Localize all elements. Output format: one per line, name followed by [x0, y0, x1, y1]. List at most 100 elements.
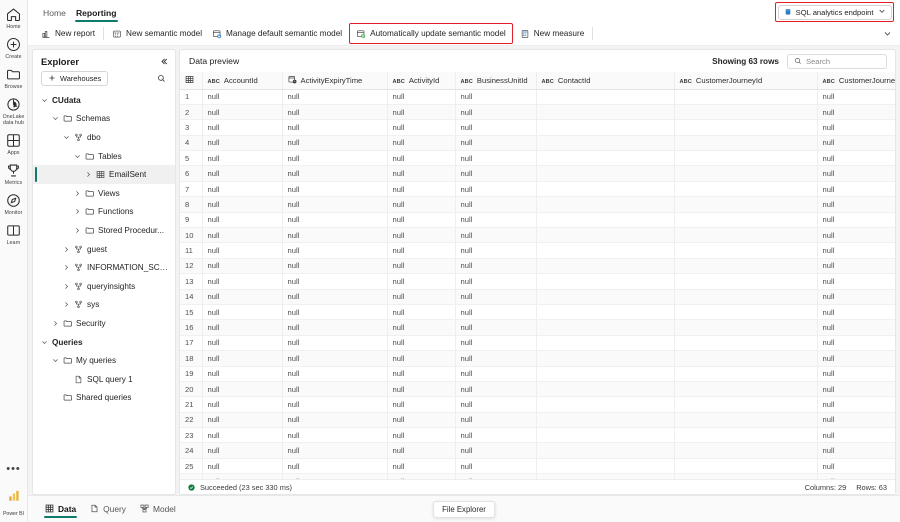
chevron-right-icon[interactable]	[50, 320, 61, 327]
manage-default-semantic-model-button[interactable]: Manage default semantic model	[207, 25, 347, 43]
tree-node-guest[interactable]: guest	[33, 240, 175, 259]
bottom-tab-query[interactable]: Query	[83, 496, 133, 522]
tree-node-emailsent[interactable]: EmailSent	[33, 165, 175, 184]
chevron-down-icon[interactable]	[39, 97, 50, 104]
bottom-tab-data[interactable]: Data	[38, 496, 83, 522]
column-header-contactid[interactable]: ABC ContactId	[536, 72, 675, 90]
table-row[interactable]: 12 null null null null null	[180, 258, 895, 275]
new-report-button[interactable]: New report	[36, 25, 100, 43]
tree-node-stored-procedur[interactable]: Stored Procedur...	[33, 221, 175, 240]
table-row[interactable]: 13 null null null null null	[180, 273, 895, 290]
tree-node-cudata[interactable]: CUdata	[33, 91, 175, 110]
tab-home[interactable]: Home	[38, 8, 71, 22]
rail-item-browse[interactable]: Browse	[0, 66, 28, 90]
chevron-right-icon[interactable]	[61, 264, 72, 271]
rail-label-learn: Learn	[6, 240, 21, 246]
new-measure-button[interactable]: New measure	[515, 25, 590, 43]
table-row[interactable]: 20 null null null null null	[180, 381, 895, 398]
rail-item-monitor[interactable]: Monitor	[0, 192, 28, 216]
table-row[interactable]: 14 null null null null null	[180, 289, 895, 305]
rail-item-apps[interactable]: Apps	[0, 132, 28, 156]
automatically-update-semantic-model-button[interactable]: Automatically update semantic model	[351, 25, 511, 43]
table-row[interactable]: 24 null null null null null	[180, 442, 895, 459]
search-input[interactable]	[806, 56, 880, 66]
chevron-down-icon[interactable]	[72, 153, 83, 160]
chevron-down-icon[interactable]	[39, 339, 50, 346]
table-row[interactable]: 7 null null null null null	[180, 181, 895, 198]
table-row[interactable]: 22 null null null null null	[180, 412, 895, 429]
table-row[interactable]: 6 null null null null null	[180, 165, 895, 182]
table-row[interactable]: 4 null null null null null	[180, 135, 895, 152]
chevron-right-icon[interactable]	[83, 171, 94, 178]
collapse-panel-icon[interactable]	[159, 57, 168, 66]
row-number-cell: 25	[180, 458, 203, 475]
table-row[interactable]: 16 null null null null null	[180, 319, 895, 336]
table-row[interactable]: 5 null null null null null	[180, 150, 895, 167]
data-grid-scroll-area[interactable]: ABC AccountId ActivityExpiryTime ABC Activit…	[180, 72, 895, 479]
warehouses-button[interactable]: Warehouses	[41, 71, 109, 86]
tab-reporting[interactable]: Reporting	[71, 8, 122, 22]
chevron-right-icon[interactable]	[61, 283, 72, 290]
tree-node-views[interactable]: Views	[33, 184, 175, 203]
table-row[interactable]: 17 null null null null null	[180, 335, 895, 352]
column-header-businessunitid[interactable]: ABC BusinessUnitId	[455, 72, 537, 90]
rail-more-button[interactable]: •••	[6, 464, 21, 475]
column-header-accountid[interactable]: ABC AccountId	[202, 72, 283, 90]
table-row[interactable]: 18 null null null null null	[180, 350, 895, 367]
chevron-right-icon[interactable]	[61, 301, 72, 308]
column-header-activityid[interactable]: ABC ActivityId	[387, 72, 456, 90]
table-row[interactable]: 3 null null null null null	[180, 119, 895, 136]
chevron-right-icon[interactable]	[72, 190, 83, 197]
table-row[interactable]: 19 null null null null null	[180, 366, 895, 382]
table-row[interactable]: 11 null null null null null	[180, 242, 895, 259]
tree-node-sql-query-1[interactable]: SQL query 1	[33, 370, 175, 389]
file-explorer-chip[interactable]: File Explorer	[433, 500, 495, 518]
chevron-down-icon[interactable]	[61, 134, 72, 141]
table-row[interactable]: 1 null null null null null	[180, 89, 895, 105]
cell-activityid: null	[387, 458, 456, 475]
rail-item-onelake-data-hub[interactable]: OneLake data hub	[0, 96, 28, 126]
column-header-activityexpirytime[interactable]: ActivityExpiryTime	[282, 72, 388, 90]
tree-node-information-sche[interactable]: INFORMATION_SCHE...	[33, 258, 175, 277]
rail-item-learn[interactable]: Learn	[0, 222, 28, 246]
table-row[interactable]: 15 null null null null null	[180, 304, 895, 321]
table-row[interactable]: 2 null null null null null	[180, 104, 895, 121]
rail-item-metrics[interactable]: Metrics	[0, 162, 28, 186]
tree-node-dbo[interactable]: dbo	[33, 128, 175, 147]
table-row[interactable]: 21 null null null null null	[180, 396, 895, 413]
sql-analytics-endpoint-dropdown[interactable]: SQL analytics endpoint	[777, 4, 892, 20]
table-row[interactable]: 26nullnullnullnullnull	[180, 473, 895, 479]
cell-businessunitid: null	[455, 412, 537, 429]
power-bi-logo-icon[interactable]	[7, 489, 21, 508]
table-row[interactable]: 25 null null null null null	[180, 458, 895, 475]
chevron-right-icon[interactable]	[72, 227, 83, 234]
tree-node-security[interactable]: Security	[33, 314, 175, 333]
rail-item-create[interactable]: Create	[0, 36, 28, 60]
chevron-down-icon[interactable]	[50, 115, 61, 122]
cell-contactid	[536, 289, 675, 305]
column-header-customerjourney[interactable]: ABC CustomerJourney	[817, 72, 895, 90]
table-row[interactable]: 9 null null null null null	[180, 212, 895, 229]
tree-node-schemas[interactable]: Schemas	[33, 110, 175, 129]
new-semantic-model-button[interactable]: New semantic model	[107, 25, 207, 43]
table-row[interactable]: 8 null null null null null	[180, 196, 895, 213]
rail-item-home[interactable]: Home	[0, 6, 28, 30]
chevron-right-icon[interactable]	[61, 246, 72, 253]
tree-node-queries[interactable]: Queries	[33, 333, 175, 352]
tree-node-sys[interactable]: sys	[33, 296, 175, 315]
chevron-down-icon[interactable]	[50, 357, 61, 364]
tree-node-functions[interactable]: Functions	[33, 203, 175, 222]
column-header-customerjourneyid[interactable]: ABC CustomerJourneyId	[674, 72, 818, 90]
tree-node-my-queries[interactable]: My queries	[33, 351, 175, 370]
tree-node-shared-queries[interactable]: Shared queries	[33, 389, 175, 408]
data-preview-search-box[interactable]	[787, 53, 887, 69]
cell-activityid: null	[387, 304, 456, 321]
tree-node-tables[interactable]: Tables	[33, 147, 175, 166]
table-row[interactable]: 23 null null null null null	[180, 427, 895, 444]
bottom-tab-model[interactable]: Model	[133, 496, 183, 522]
chevron-right-icon[interactable]	[72, 208, 83, 215]
tree-node-queryinsights[interactable]: queryinsights	[33, 277, 175, 296]
ribbon-overflow-chevron-down-icon[interactable]	[883, 25, 892, 43]
table-row[interactable]: 10 null null null null null	[180, 227, 895, 244]
explorer-search-icon[interactable]	[155, 72, 168, 85]
